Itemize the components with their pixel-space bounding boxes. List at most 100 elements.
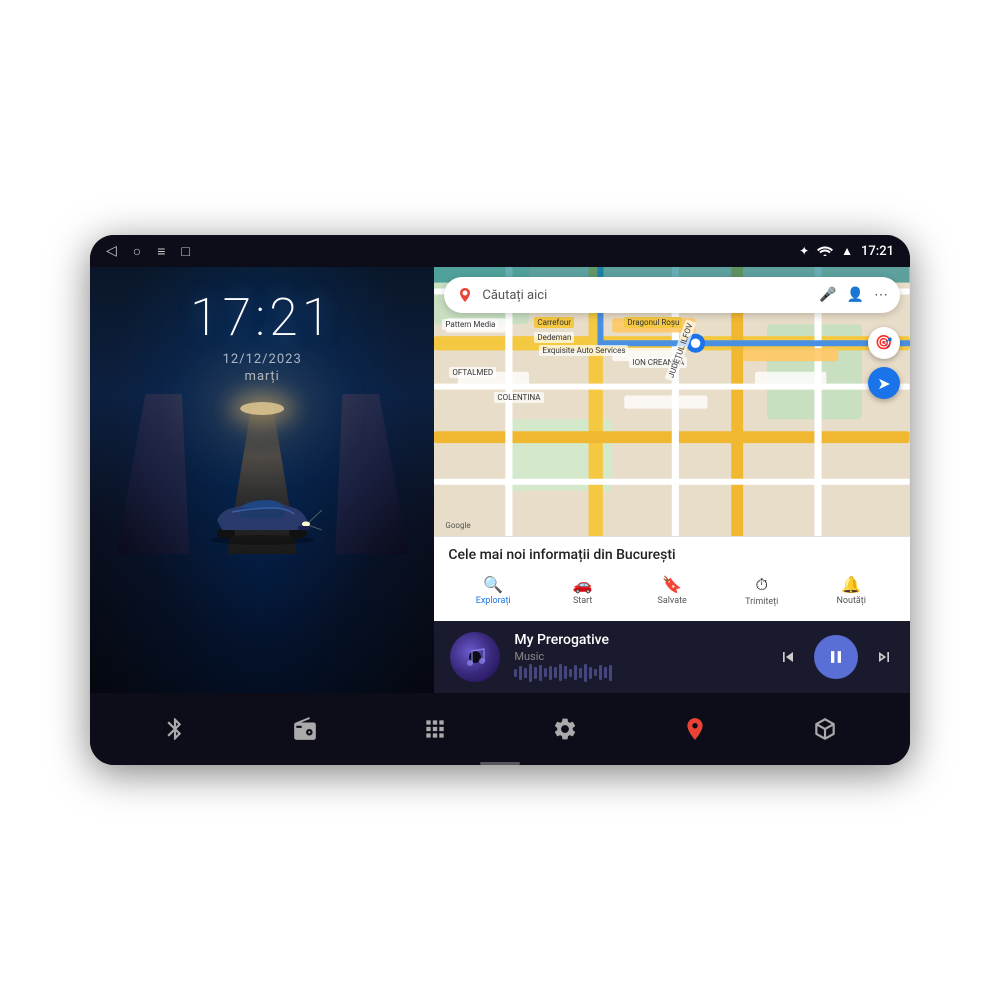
play-pause-button[interactable] <box>814 635 858 679</box>
car-head-unit: ◁ ○ ≡ □ ✦ ▲ 17:21 17:21 12/12/20 <box>90 235 910 765</box>
map-controls: 🎯 ➤ <box>868 327 900 399</box>
nav-tab-news[interactable]: 🔔 Noutăți <box>806 571 896 611</box>
main-screen: 17:21 12/12/2023 marți <box>90 267 910 765</box>
account-icon[interactable]: 👤 <box>847 287 864 303</box>
settings-icon <box>552 716 578 742</box>
map-label-exquisite: Exquisite Auto Services <box>539 345 628 356</box>
top-area: 17:21 12/12/2023 marți <box>90 267 910 693</box>
music-info: My Prerogative Music <box>514 632 764 683</box>
news-label: Noutăți <box>836 596 866 606</box>
car-svg <box>202 490 322 549</box>
nav-tab-send[interactable]: ⏱ Trimiteți <box>717 571 807 611</box>
bluetooth-icon <box>162 716 188 742</box>
radio-icon <box>292 716 318 742</box>
nav-tabs: 🔍 Explorați 🚗 Start 🔖 Salvate ⏱ <box>448 571 896 611</box>
news-icon: 🔔 <box>841 575 861 594</box>
nav-tab-start[interactable]: 🚗 Start <box>538 571 628 611</box>
map-area[interactable]: Pattern Media Carrefour Dedeman Dragonul… <box>434 267 910 536</box>
map-label-google: Google <box>442 520 473 531</box>
waveform-bar <box>609 665 612 681</box>
saved-label: Salvate <box>658 596 687 606</box>
waveform-bar <box>544 668 547 677</box>
map-label-colentina: COLENTINA <box>494 392 543 403</box>
search-action-icons: 🎤 👤 ⋯ <box>819 287 888 303</box>
menu-icon[interactable]: ≡ <box>157 243 165 260</box>
swipe-indicator <box>480 762 520 765</box>
status-bar: ◁ ○ ≡ □ ✦ ▲ 17:21 <box>90 235 910 267</box>
pause-icon <box>826 647 846 667</box>
status-left-icons: ◁ ○ ≡ □ <box>106 243 190 260</box>
screenshot-icon[interactable]: □ <box>181 243 189 260</box>
album-art[interactable] <box>450 632 500 682</box>
waveform-bar <box>589 667 592 679</box>
cube-icon <box>812 716 838 742</box>
clock-time: 17:21 <box>190 287 334 348</box>
map-label-carrefour: Carrefour <box>534 317 574 328</box>
waveform-bar <box>539 665 542 681</box>
wifi-status-icon <box>817 244 833 259</box>
music-waveform <box>514 663 764 683</box>
send-icon: ⏱ <box>755 575 767 595</box>
nav-tab-explore[interactable]: 🔍 Explorați <box>448 571 538 611</box>
dock-radio[interactable] <box>280 704 330 754</box>
status-time: 17:21 <box>861 244 894 259</box>
google-maps-icon <box>682 716 708 742</box>
music-subtitle: Music <box>514 650 764 663</box>
clock-date: 12/12/2023 <box>223 352 302 367</box>
clock-day: marți <box>245 369 280 384</box>
waveform-bar <box>554 667 557 678</box>
home-icon[interactable]: ○ <box>133 243 141 260</box>
dock-apps[interactable] <box>410 704 460 754</box>
bluetooth-status-icon: ✦ <box>799 244 809 258</box>
waveform-bar <box>584 664 587 682</box>
car-image <box>116 394 408 554</box>
explore-icon: 🔍 <box>483 575 503 594</box>
waveform-bar <box>559 664 562 681</box>
music-title: My Prerogative <box>514 632 764 648</box>
waveform-bar <box>529 664 532 682</box>
waveform-bar <box>594 669 597 676</box>
right-panel: Pattern Media Carrefour Dedeman Dragonul… <box>434 267 910 693</box>
bottom-dock <box>90 693 910 765</box>
dock-bluetooth[interactable] <box>150 704 200 754</box>
tunnel-light <box>240 402 284 415</box>
dock-settings[interactable] <box>540 704 590 754</box>
saved-icon: 🔖 <box>662 575 682 594</box>
waveform-bar <box>604 667 607 678</box>
dock-maps[interactable] <box>670 704 720 754</box>
left-panel: 17:21 12/12/2023 marți <box>90 267 434 693</box>
back-icon[interactable]: ◁ <box>106 243 117 259</box>
search-placeholder: Căutați aici <box>482 288 811 303</box>
waveform-bar <box>534 667 537 679</box>
waveform-bar <box>519 666 522 680</box>
waveform-bar <box>599 665 602 680</box>
mic-icon[interactable]: 🎤 <box>819 287 836 303</box>
skip-next-icon <box>874 647 894 667</box>
next-track-button[interactable] <box>874 647 894 667</box>
music-player: My Prerogative Music <box>434 621 910 693</box>
info-panel: Cele mai noi informații din București 🔍 … <box>434 536 910 621</box>
status-right-area: ✦ ▲ 17:21 <box>799 244 894 259</box>
search-bar[interactable]: Căutați aici 🎤 👤 ⋯ <box>444 277 900 313</box>
waveform-bar <box>579 668 582 678</box>
skip-prev-icon <box>778 647 798 667</box>
signal-status-icon: ▲ <box>841 244 853 258</box>
waveform-bar <box>569 669 572 677</box>
waveform-bar <box>524 668 527 678</box>
map-navigate-btn[interactable]: ➤ <box>868 367 900 399</box>
dots-icon[interactable]: ⋯ <box>874 287 888 303</box>
nav-tab-saved[interactable]: 🔖 Salvate <box>627 571 717 611</box>
map-label-dedeman: Dedeman <box>534 332 574 343</box>
map-label-dragonul: Dragonul Roșu <box>624 317 682 328</box>
map-label-pattern: Pattern Media <box>442 319 498 330</box>
waveform-bar <box>564 666 567 679</box>
apps-icon <box>422 716 448 742</box>
google-maps-logo <box>456 286 474 304</box>
music-note-icon <box>461 643 489 671</box>
map-label-oftalmed: OFTALMED <box>449 367 496 378</box>
dock-3d[interactable] <box>800 704 850 754</box>
start-label: Start <box>573 596 592 606</box>
send-label: Trimiteți <box>745 597 778 607</box>
map-layers-btn[interactable]: 🎯 <box>868 327 900 359</box>
prev-track-button[interactable] <box>778 647 798 667</box>
